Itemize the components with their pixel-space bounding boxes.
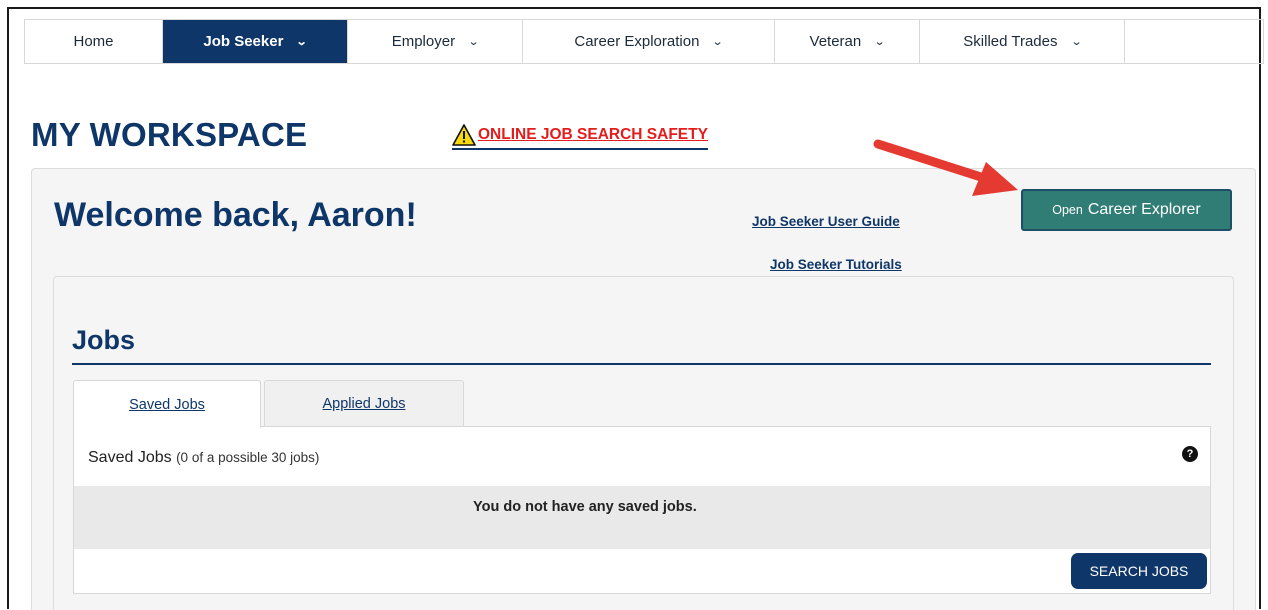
open-button-prefix: Open [1052, 203, 1083, 217]
chevron-down-icon: ⌄ [1070, 36, 1083, 48]
nav-label: Career Exploration [574, 33, 700, 50]
jobs-divider [72, 363, 1211, 365]
main-nav: Home Job Seeker ⌄ Employer ⌄ Career Expl… [24, 19, 1264, 64]
nav-item-employer[interactable]: Employer ⌄ [347, 20, 522, 63]
chevron-down-icon: ⌄ [712, 36, 725, 48]
nav-item-skilled-trades[interactable]: Skilled Trades ⌄ [919, 20, 1124, 63]
tab-saved-jobs[interactable]: Saved Jobs [73, 380, 261, 428]
card-subtitle: (0 of a possible 30 jobs) [176, 450, 320, 465]
chevron-down-icon: ⌄ [296, 36, 309, 48]
jobs-heading: Jobs [72, 325, 136, 355]
saved-jobs-card-header: Saved Jobs (0 of a possible 30 jobs) [88, 449, 319, 467]
nav-item-job-seeker[interactable]: Job Seeker ⌄ [162, 20, 347, 63]
warning-triangle-icon [452, 124, 476, 146]
job-seeker-tutorials-link[interactable]: Job Seeker Tutorials [770, 257, 902, 272]
welcome-heading: Welcome back, Aaron! [54, 196, 417, 234]
tab-label: Saved Jobs [129, 396, 205, 413]
nav-spacer [1124, 20, 1264, 63]
nav-item-veteran[interactable]: Veteran ⌄ [774, 20, 919, 63]
nav-label: Employer [391, 33, 456, 50]
nav-label: Job Seeker [203, 33, 284, 50]
chevron-down-icon: ⌄ [467, 36, 480, 48]
job-seeker-user-guide-link[interactable]: Job Seeker User Guide [752, 214, 900, 229]
nav-label: Skilled Trades [963, 33, 1058, 50]
page-title: MY WORKSPACE [31, 116, 308, 153]
open-button-label: Career Explorer [1087, 201, 1201, 218]
nav-label: Home [73, 33, 114, 50]
chevron-down-icon: ⌄ [873, 36, 886, 48]
open-career-explorer-button[interactable]: Open Career Explorer [1021, 189, 1232, 231]
nav-label: Veteran [809, 33, 862, 50]
search-jobs-button[interactable]: SEARCH JOBS [1071, 553, 1207, 589]
tab-applied-jobs[interactable]: Applied Jobs [264, 380, 464, 427]
empty-state-message: You do not have any saved jobs. [473, 499, 697, 515]
safety-link-wrapper[interactable]: ONLINE JOB SEARCH SAFETY [452, 124, 708, 150]
card-title: Saved Jobs [88, 449, 172, 466]
online-job-search-safety-link[interactable]: ONLINE JOB SEARCH SAFETY [478, 126, 708, 144]
tab-label: Applied Jobs [322, 396, 406, 412]
nav-item-career-exploration[interactable]: Career Exploration ⌄ [522, 20, 774, 63]
nav-item-home[interactable]: Home [24, 20, 162, 63]
annotation-arrow-icon [873, 139, 1018, 196]
question-circle-icon[interactable]: ? [1182, 446, 1198, 462]
